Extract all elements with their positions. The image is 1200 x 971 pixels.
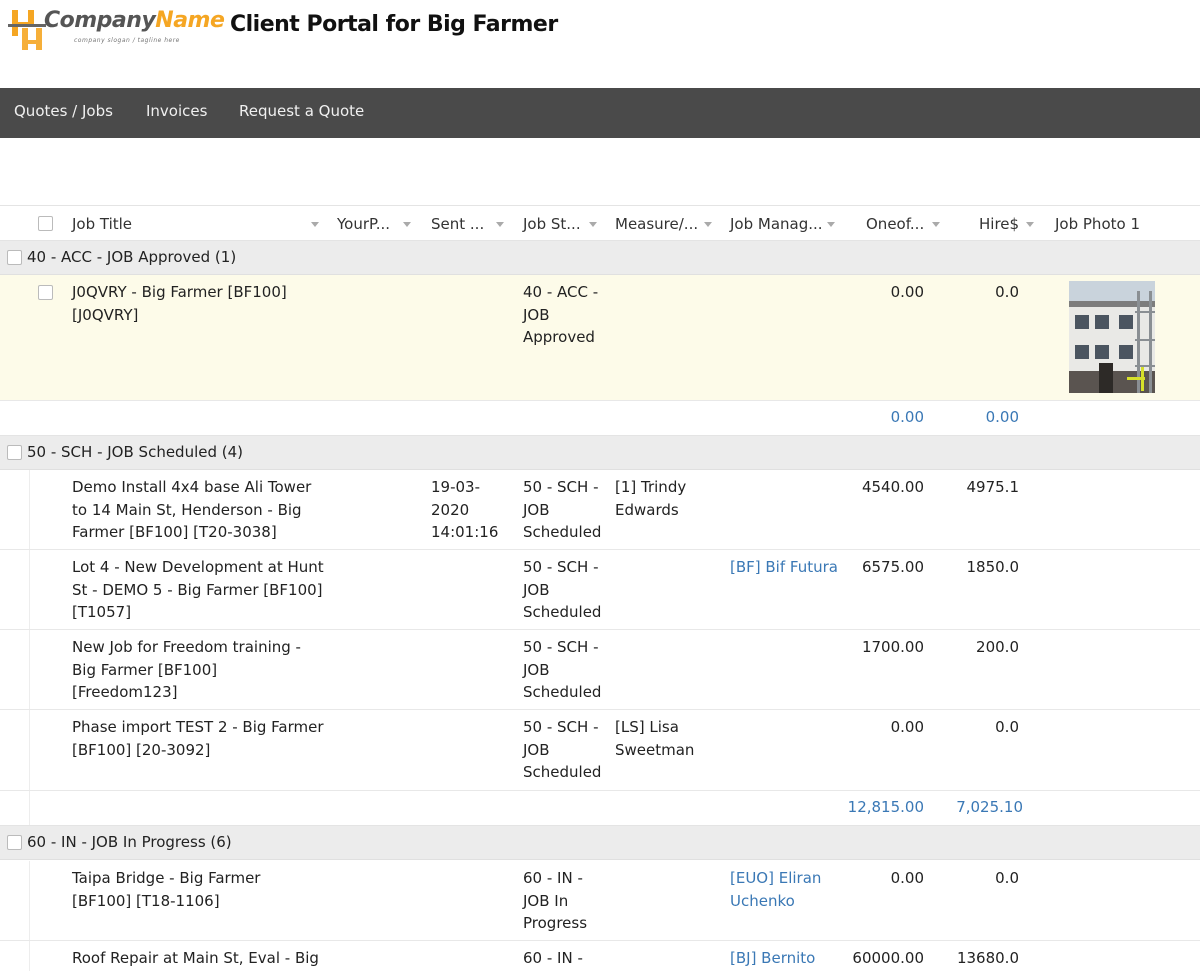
nav-quotes-jobs[interactable]: Quotes / Jobs — [14, 102, 113, 120]
table-row[interactable]: New Job for Freedom training - Big Farme… — [0, 630, 1200, 710]
logo-wordmark: CompanyName — [44, 8, 225, 33]
job-status-cell: 50 - SCH - JOB Scheduled — [523, 478, 602, 541]
col-measure-sort-icon[interactable] — [704, 222, 712, 227]
job-manager-link[interactable]: [EUO] Eliran Uchenko — [730, 867, 830, 912]
table-row[interactable]: Demo Install 4x4 base Ali Tower to 14 Ma… — [0, 470, 1200, 550]
group-header-scheduled[interactable]: 50 - SCH - JOB Scheduled (4) — [0, 436, 1200, 470]
select-all-checkbox[interactable] — [38, 216, 53, 231]
group-checkbox[interactable] — [7, 445, 22, 460]
job-status-cell: 50 - SCH - JOB Scheduled — [523, 558, 602, 621]
app-header: CompanyName company slogan / tagline her… — [0, 0, 1200, 88]
sent-cell: 19-03-2020 14:01:16 — [431, 478, 499, 541]
measure-cell: [1] Trindy Edwards — [615, 478, 687, 519]
oneoff-cell: 0.00 — [890, 869, 924, 887]
col-job-manager[interactable]: Job Manag... — [730, 215, 823, 233]
table-row[interactable]: Roof Repair at Main St, Eval - Big 60 - … — [0, 941, 1200, 971]
col-sent[interactable]: Sent ... — [431, 215, 484, 233]
group-label: 60 - IN - JOB In Progress (6) — [27, 833, 232, 851]
job-title-cell[interactable]: Demo Install 4x4 base Ali Tower to 14 Ma… — [72, 476, 324, 544]
job-title-cell[interactable]: Taipa Bridge - Big Farmer [BF100] [T18-1… — [72, 867, 324, 912]
group-summary-row: 12,815.00 7,025.10 — [0, 791, 1200, 826]
grid-column-header: Job Title YourP... Sent ... Job St... Me… — [0, 205, 1200, 241]
col-measure[interactable]: Measure/... — [615, 215, 698, 233]
table-row[interactable]: J0QVRY - Big Farmer [BF100] [J0QVRY] 40 … — [0, 275, 1200, 401]
main-nav: Quotes / Jobs Invoices Request a Quote — [0, 88, 1200, 138]
col-oneoff[interactable]: Oneof... — [866, 215, 924, 233]
job-title-cell[interactable]: Lot 4 - New Development at Hunt St - DEM… — [72, 556, 324, 624]
job-status-cell: 50 - SCH - JOB Scheduled — [523, 638, 602, 701]
job-title-cell[interactable]: Roof Repair at Main St, Eval - Big — [72, 947, 324, 970]
col-sent-sort-icon[interactable] — [496, 222, 504, 227]
group-checkbox[interactable] — [7, 250, 22, 265]
col-job-title[interactable]: Job Title — [72, 215, 132, 233]
sum-oneoff: 12,815.00 — [847, 798, 924, 816]
sum-hire: 7,025.10 — [956, 798, 1023, 816]
col-your-po[interactable]: YourP... — [337, 215, 390, 233]
hire-cell: 0.0 — [995, 283, 1019, 301]
row-checkbox[interactable] — [38, 285, 53, 300]
hire-cell: 0.0 — [995, 718, 1019, 736]
group-summary-row: 0.00 0.00 — [0, 401, 1200, 436]
oneoff-cell: 0.00 — [890, 283, 924, 301]
page-title: Client Portal for Big Farmer — [230, 12, 558, 37]
col-oneoff-sort-icon[interactable] — [932, 222, 940, 227]
job-status-cell: 40 - ACC - JOB Approved — [523, 283, 599, 346]
job-status-cell: 60 - IN - JOB In Progress — [523, 869, 588, 932]
building-photo-icon — [1069, 281, 1155, 393]
col-hire-sort-icon[interactable] — [1026, 222, 1034, 227]
table-row[interactable]: Lot 4 - New Development at Hunt St - DEM… — [0, 550, 1200, 630]
nav-request-quote[interactable]: Request a Quote — [239, 102, 364, 120]
job-status-cell: 60 - IN - — [523, 949, 583, 967]
oneoff-cell: 60000.00 — [852, 949, 924, 967]
company-logo[interactable]: CompanyName company slogan / tagline her… — [8, 6, 225, 52]
sum-hire: 0.00 — [985, 408, 1019, 426]
oneoff-cell: 1700.00 — [861, 638, 924, 656]
logo-slogan: company slogan / tagline here — [74, 37, 180, 44]
hire-cell: 200.0 — [976, 638, 1019, 656]
hire-cell: 0.0 — [995, 869, 1019, 887]
job-photo-thumbnail[interactable] — [1069, 281, 1155, 393]
oneoff-cell: 6575.00 — [861, 558, 924, 576]
col-job-photo[interactable]: Job Photo 1 — [1055, 215, 1140, 233]
job-manager-link[interactable]: [BJ] Bernito — [730, 947, 830, 970]
hire-cell: 13680.0 — [956, 949, 1019, 967]
oneoff-cell: 4540.00 — [861, 478, 924, 496]
measure-cell: [LS] Lisa Sweetman — [615, 718, 695, 759]
job-status-cell: 50 - SCH - JOB Scheduled — [523, 718, 602, 781]
logo-mark-icon — [8, 10, 46, 50]
group-header-in-progress[interactable]: 60 - IN - JOB In Progress (6) — [0, 826, 1200, 860]
job-title-cell[interactable]: J0QVRY - Big Farmer [BF100] [J0QVRY] — [72, 281, 317, 326]
job-title-cell[interactable]: New Job for Freedom training - Big Farme… — [72, 636, 324, 704]
group-label: 40 - ACC - JOB Approved (1) — [27, 248, 237, 266]
table-row[interactable]: Phase import TEST 2 - Big Farmer [BF100]… — [0, 710, 1200, 791]
nav-invoices[interactable]: Invoices — [146, 102, 207, 120]
job-manager-link[interactable]: [BF] Bif Futura — [730, 556, 840, 579]
job-title-cell[interactable]: Phase import TEST 2 - Big Farmer [BF100]… — [72, 716, 324, 761]
hire-cell: 4975.1 — [966, 478, 1020, 496]
col-job-status-sort-icon[interactable] — [589, 222, 597, 227]
col-job-manager-sort-icon[interactable] — [827, 222, 835, 227]
col-job-title-sort-icon[interactable] — [311, 222, 319, 227]
col-hire[interactable]: Hire$ — [979, 215, 1019, 233]
oneoff-cell: 0.00 — [890, 718, 924, 736]
group-header-approved[interactable]: 40 - ACC - JOB Approved (1) — [0, 241, 1200, 275]
col-job-status[interactable]: Job St... — [523, 215, 581, 233]
group-label: 50 - SCH - JOB Scheduled (4) — [27, 443, 244, 461]
group-checkbox[interactable] — [7, 835, 22, 850]
hire-cell: 1850.0 — [966, 558, 1020, 576]
sum-oneoff: 0.00 — [890, 408, 924, 426]
table-row[interactable]: Taipa Bridge - Big Farmer [BF100] [T18-1… — [0, 861, 1200, 941]
col-your-po-sort-icon[interactable] — [403, 222, 411, 227]
